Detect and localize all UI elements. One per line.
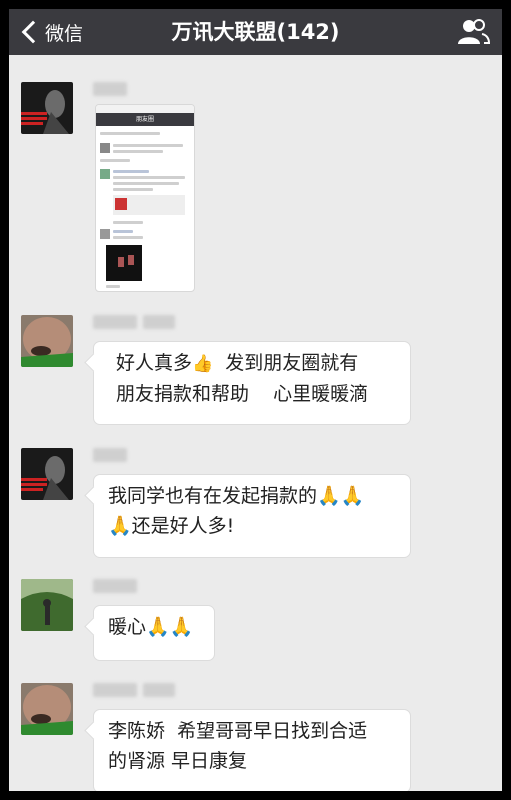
contacts-icon[interactable] [456, 18, 490, 46]
avatar[interactable] [21, 82, 73, 134]
text-message[interactable]: 李陈娇 希望哥哥早日找到合适 的肾源 早日康复 [93, 709, 411, 791]
avatar-image [21, 82, 73, 134]
avatar[interactable] [21, 579, 73, 631]
message-text: 我同学也有在发起捐款的🙏🙏 🙏还是好人多! [108, 485, 365, 537]
text-message[interactable]: 我同学也有在发起捐款的🙏🙏 🙏还是好人多! [93, 474, 411, 558]
sender-name-blurred [93, 448, 127, 462]
avatar-image [21, 448, 73, 500]
back-label: 微信 [45, 22, 84, 45]
message-text: 暖心🙏🙏 [108, 616, 194, 638]
thumb-status-bar [96, 105, 194, 113]
sender-name [93, 448, 127, 466]
chevron-left-icon [21, 20, 45, 44]
text-message[interactable]: 暖心🙏🙏 [93, 605, 215, 661]
back-button[interactable]: 微信 [19, 9, 83, 55]
sender-name-blurred [93, 82, 127, 96]
thumb-nav-bar: 朋友圈 [96, 113, 194, 126]
avatar[interactable] [21, 315, 73, 367]
thumbs-up-icon: 👍 [192, 354, 214, 374]
chat-window: 微信 万讯大联盟(142) 朋友圈 好人真多👍 发到朋友圈就有 朋友捐款和帮助 … [9, 9, 502, 791]
sender-name [93, 579, 137, 597]
sender-name-blurred [143, 315, 175, 329]
message-text: 好人真多 [116, 352, 193, 374]
sender-name-blurred [93, 683, 137, 697]
sender-name-blurred [93, 315, 137, 329]
thumb-nav-title: 朋友圈 [135, 116, 154, 123]
sender-name [93, 82, 127, 100]
text-message[interactable]: 好人真多👍 发到朋友圈就有 朋友捐款和帮助 心里暖暖滴 [93, 341, 411, 425]
avatar[interactable] [21, 683, 73, 735]
avatar-image [21, 579, 73, 631]
sender-name [93, 683, 175, 701]
message-text: 李陈娇 希望哥哥早日找到合适 的肾源 早日康复 [108, 720, 368, 772]
avatar-image [21, 315, 73, 367]
image-message[interactable]: 朋友圈 [95, 104, 195, 292]
avatar-image [21, 683, 73, 735]
sender-name-blurred [143, 683, 175, 697]
avatar[interactable] [21, 448, 73, 500]
nav-bar: 微信 万讯大联盟(142) [9, 9, 502, 55]
sender-name-blurred [93, 579, 137, 593]
sender-name [93, 315, 175, 333]
